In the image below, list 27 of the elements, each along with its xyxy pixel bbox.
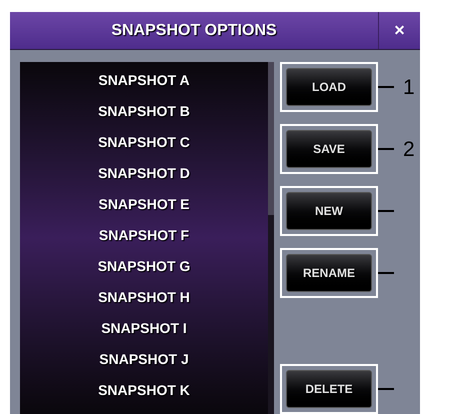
snapshot-item[interactable]: SNAPSHOT G	[98, 251, 190, 282]
action-button[interactable]: RENAME	[286, 254, 372, 292]
leader-line	[378, 148, 394, 150]
snapshot-item[interactable]: SNAPSHOT B	[98, 96, 190, 127]
leader-line	[378, 388, 394, 390]
snapshot-item[interactable]: SNAPSHOT H	[98, 282, 190, 313]
action-button[interactable]: NEW	[286, 192, 372, 230]
snapshot-item[interactable]: SNAPSHOT C	[98, 127, 190, 158]
callout-number: 2	[403, 138, 415, 160]
action-button[interactable]: SAVE	[286, 130, 372, 168]
leader-line	[378, 86, 394, 88]
window-title: SNAPSHOT OPTIONS	[110, 20, 278, 40]
scrollbar[interactable]	[268, 62, 274, 414]
snapshot-item[interactable]: SNAPSHOT J	[99, 344, 189, 375]
snapshot-item[interactable]: SNAPSHOT A	[98, 65, 190, 96]
action-button[interactable]: LOAD	[286, 68, 372, 106]
snapshot-item[interactable]: SNAPSHOT E	[98, 189, 190, 220]
action-button[interactable]: DELETE	[286, 370, 372, 408]
snapshot-item[interactable]: SNAPSHOT D	[98, 158, 190, 189]
close-button[interactable]: ×	[378, 12, 420, 49]
leader-line	[378, 272, 394, 274]
leader-line	[378, 210, 394, 212]
snapshot-item[interactable]: SNAPSHOT I	[101, 313, 187, 344]
snapshot-item[interactable]: SNAPSHOT K	[98, 375, 190, 406]
callout-number: 1	[403, 76, 415, 98]
snapshot-item[interactable]: SNAPSHOT F	[98, 220, 190, 251]
scrollbar-thumb[interactable]	[268, 62, 274, 215]
